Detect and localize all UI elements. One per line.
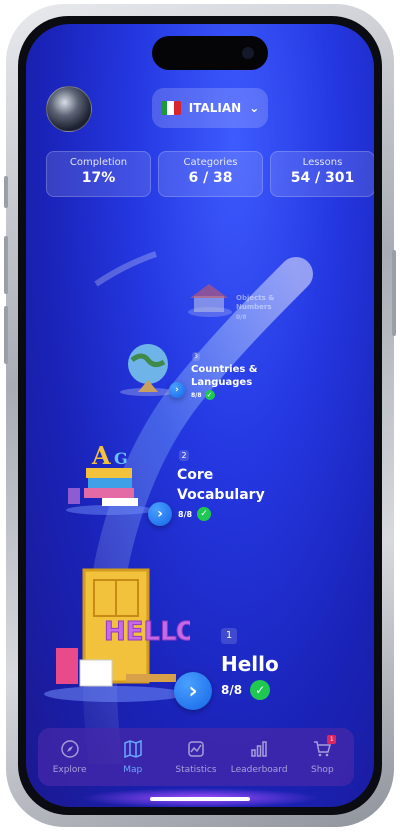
tab-label: Map bbox=[123, 765, 143, 775]
avatar[interactable] bbox=[46, 86, 92, 132]
stat-label: Completion bbox=[69, 157, 128, 168]
home-indicator[interactable] bbox=[150, 797, 250, 801]
language-label: ITALIAN bbox=[188, 101, 242, 115]
stat-label: Lessons bbox=[302, 157, 343, 168]
open-lesson-button[interactable]: › bbox=[174, 672, 212, 710]
node-progress: 8/8 ✓ bbox=[221, 680, 271, 700]
map-icon bbox=[124, 739, 142, 759]
open-lesson-button[interactable]: › bbox=[169, 382, 185, 398]
svg-text:G: G bbox=[114, 449, 128, 468]
node-title: Objects & Numbers bbox=[236, 294, 275, 311]
chevron-down-icon: ⌄ bbox=[249, 101, 260, 115]
statistics-icon bbox=[188, 741, 204, 757]
stat-value: 54 / 301 bbox=[290, 170, 355, 186]
dynamic-island bbox=[152, 36, 268, 70]
tab-label: Leaderboard bbox=[230, 765, 288, 775]
stat-lessons: Lessons 54 / 301 bbox=[270, 151, 374, 197]
node-number: 3 bbox=[192, 352, 200, 361]
language-selector[interactable]: ITALIAN ⌄ bbox=[152, 88, 268, 128]
phone-volume-up bbox=[4, 236, 8, 294]
stat-label: Categories bbox=[183, 157, 238, 168]
node-number: 2 bbox=[179, 450, 189, 461]
tab-statistics[interactable]: Statistics bbox=[166, 739, 226, 775]
node-number: 1 bbox=[221, 628, 237, 644]
tab-label: Statistics bbox=[175, 765, 217, 775]
shop-badge: 1 bbox=[327, 735, 337, 744]
svg-text:A: A bbox=[91, 441, 111, 470]
stat-value: 6 / 38 bbox=[188, 170, 233, 186]
books-illustration: A G bbox=[66, 441, 154, 515]
door-hello-illustration: HELLO bbox=[44, 568, 190, 702]
node-progress: 8/8 ✓ bbox=[178, 507, 212, 521]
node-title: Hello bbox=[221, 652, 279, 676]
tab-map[interactable]: Map bbox=[103, 739, 163, 775]
app-screen: ITALIAN ⌄ Completion 17% Categories 6 / … bbox=[26, 24, 374, 807]
node-title: Core Vocabulary bbox=[177, 467, 265, 503]
check-icon: ✓ bbox=[204, 390, 215, 400]
phone-power-button bbox=[392, 250, 396, 336]
italy-flag-icon bbox=[160, 101, 181, 115]
bottom-tab-bar: Explore Map Statistics Leaderboard 1 Sho… bbox=[38, 728, 354, 786]
tab-explore[interactable]: Explore bbox=[40, 739, 100, 775]
house-illustration bbox=[188, 284, 232, 317]
stat-completion: Completion 17% bbox=[46, 151, 151, 197]
tab-leaderboard[interactable]: Leaderboard bbox=[229, 739, 289, 775]
node-title: Countries & Languages bbox=[191, 364, 258, 388]
check-icon: ✓ bbox=[250, 680, 271, 700]
tab-shop[interactable]: 1 Shop bbox=[292, 735, 352, 775]
node-progress: 0/8 bbox=[236, 314, 247, 321]
phone-action-button bbox=[4, 176, 8, 208]
svg-text:HELLO: HELLO bbox=[104, 617, 190, 647]
open-lesson-button[interactable]: › bbox=[148, 502, 172, 526]
tab-label: Explore bbox=[52, 765, 87, 775]
stat-value: 17% bbox=[81, 170, 116, 186]
phone-volume-down bbox=[4, 306, 8, 364]
leaderboard-icon bbox=[251, 741, 267, 757]
node-progress: 8/8 ✓ bbox=[191, 390, 215, 400]
tab-label: Shop bbox=[311, 765, 334, 775]
compass-icon bbox=[60, 740, 79, 758]
check-icon: ✓ bbox=[197, 507, 212, 521]
stat-categories: Categories 6 / 38 bbox=[158, 151, 263, 197]
